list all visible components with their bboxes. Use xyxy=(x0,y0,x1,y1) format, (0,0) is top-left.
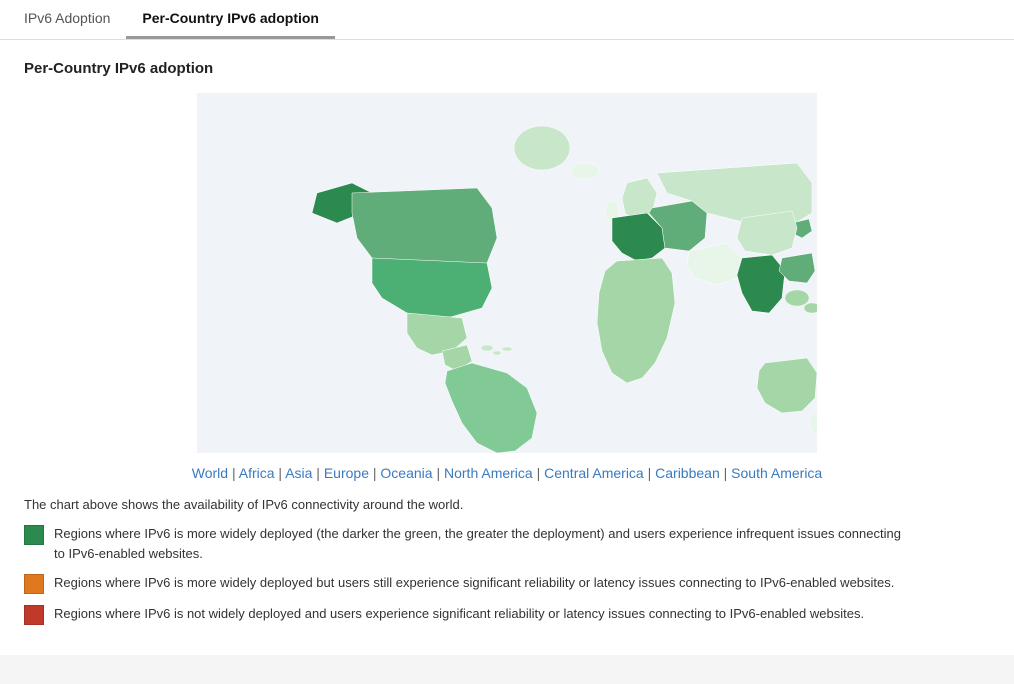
tab-per-country[interactable]: Per-Country IPv6 adoption xyxy=(126,0,335,39)
region-link-south-america[interactable]: South America xyxy=(731,465,822,481)
legend-text-red: Regions where IPv6 is not widely deploye… xyxy=(54,604,864,624)
page-title: Per-Country IPv6 adoption xyxy=(24,60,990,77)
legend: Regions where IPv6 is more widely deploy… xyxy=(24,524,990,625)
world-map-container xyxy=(24,93,990,453)
tabs-bar: IPv6 Adoption Per-Country IPv6 adoption xyxy=(0,0,1014,40)
legend-text-green: Regions where IPv6 is more widely deploy… xyxy=(54,524,914,563)
tab-ipv6-adoption[interactable]: IPv6 Adoption xyxy=(8,0,126,39)
region-link-oceania[interactable]: Oceania xyxy=(380,465,432,481)
region-link-africa[interactable]: Africa xyxy=(239,465,275,481)
legend-item-green: Regions where IPv6 is more widely deploy… xyxy=(24,524,990,563)
content-area: Per-Country IPv6 adoption xyxy=(0,40,1014,655)
legend-color-orange xyxy=(24,574,44,594)
legend-item-red: Regions where IPv6 is not widely deploye… xyxy=(24,604,990,625)
region-link-world[interactable]: World xyxy=(192,465,228,481)
region-link-caribbean[interactable]: Caribbean xyxy=(655,465,720,481)
region-link-north-america[interactable]: North America xyxy=(444,465,533,481)
region-link-europe[interactable]: Europe xyxy=(324,465,369,481)
legend-item-orange: Regions where IPv6 is more widely deploy… xyxy=(24,573,990,594)
region-link-central-america[interactable]: Central America xyxy=(544,465,644,481)
region-links: World | Africa | Asia | Europe | Oceania… xyxy=(24,465,990,481)
legend-color-green xyxy=(24,525,44,545)
legend-text-orange: Regions where IPv6 is more widely deploy… xyxy=(54,573,894,593)
legend-color-red xyxy=(24,605,44,625)
chart-description: The chart above shows the availability o… xyxy=(24,497,990,512)
region-link-asia[interactable]: Asia xyxy=(285,465,312,481)
world-map xyxy=(197,93,817,453)
world-map-svg xyxy=(197,93,817,453)
